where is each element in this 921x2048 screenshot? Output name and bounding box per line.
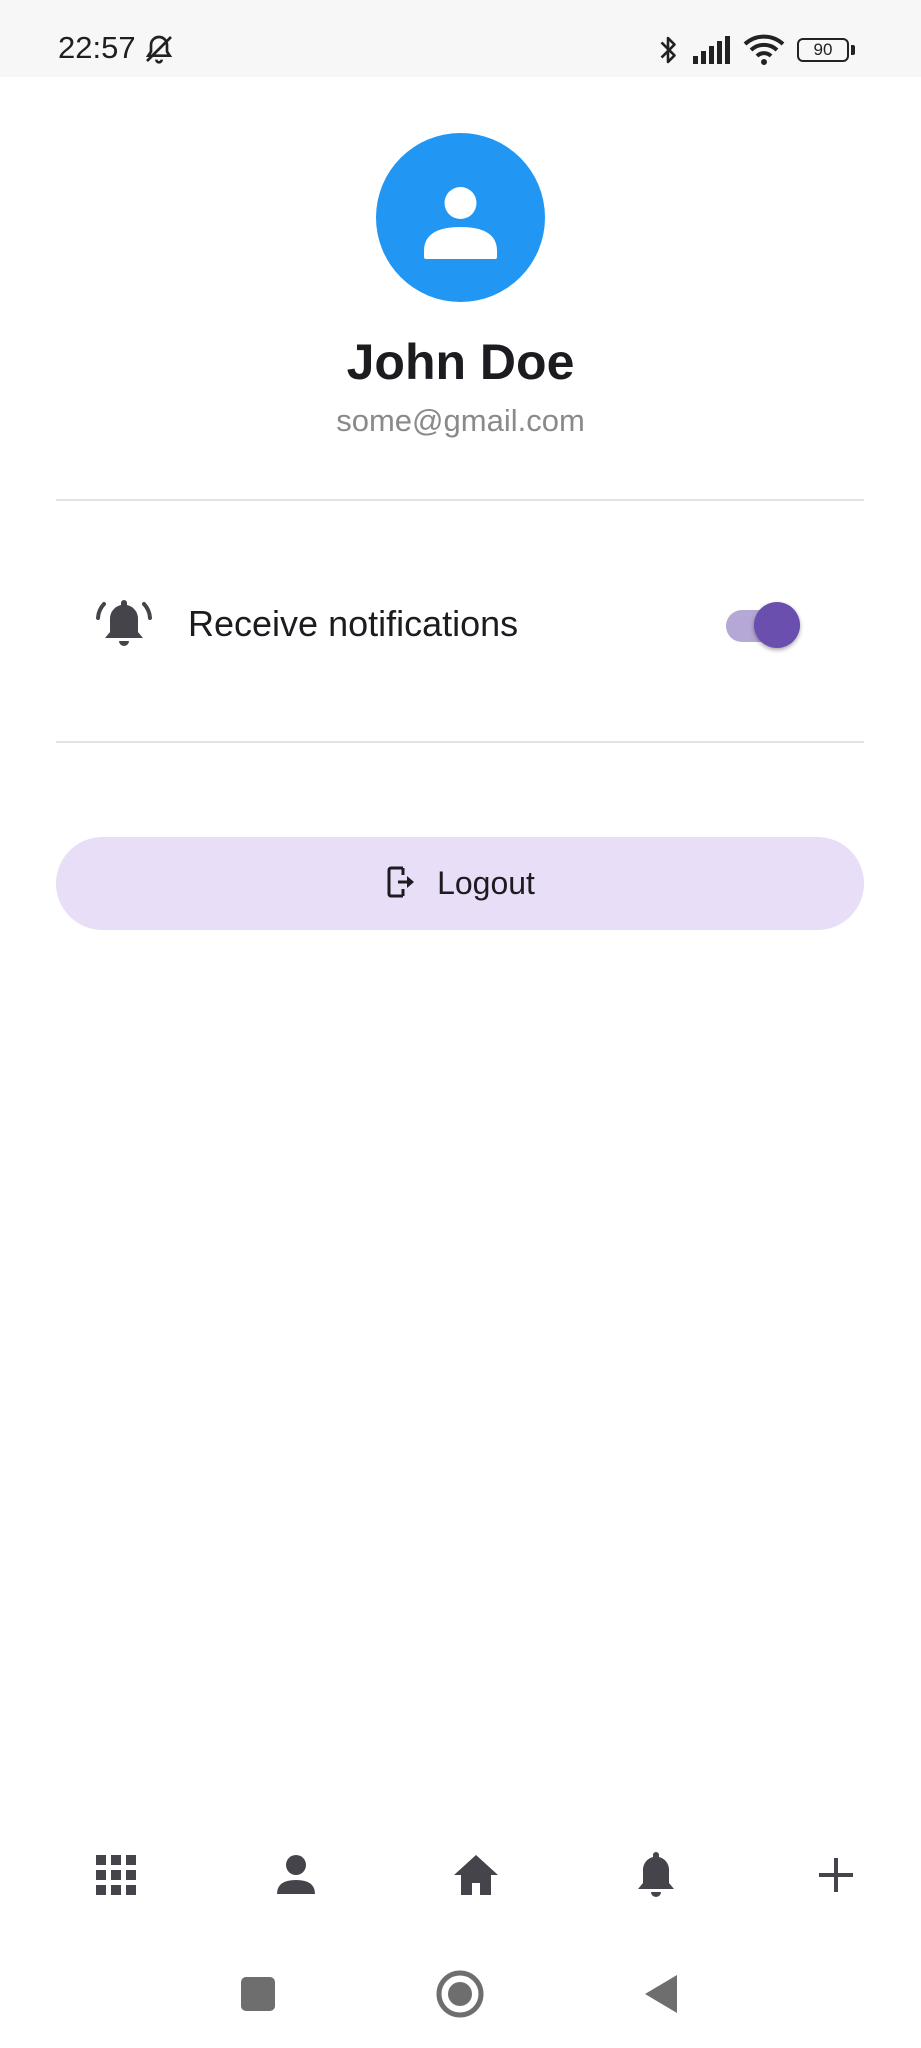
plus-icon [819, 1858, 853, 1892]
user-name: John Doe [346, 334, 575, 390]
back-button[interactable] [611, 1940, 711, 2048]
wifi-icon [743, 34, 785, 71]
bottom-navigation [0, 1820, 921, 1930]
home-button[interactable] [410, 1940, 510, 2048]
logout-button[interactable]: Logout [56, 837, 864, 930]
nav-notifications[interactable] [596, 1820, 716, 1930]
apps-grid-icon [96, 1855, 136, 1895]
notifications-toggle[interactable] [726, 600, 804, 648]
recents-button[interactable] [208, 1940, 308, 2048]
signal-icon [693, 36, 735, 69]
avatar [376, 133, 545, 302]
divider-top [56, 499, 864, 501]
bell-icon [638, 1852, 674, 1897]
notifications-setting-row[interactable]: Receive notifications [56, 560, 864, 688]
notifications-active-icon [94, 596, 154, 657]
battery-icon: 90 [797, 38, 849, 62]
logout-icon [385, 864, 419, 903]
status-bar: 22:57 90 [0, 0, 921, 77]
nav-home[interactable] [416, 1820, 536, 1930]
divider-bottom [56, 741, 864, 743]
battery-tip [851, 45, 855, 55]
nav-add[interactable] [776, 1820, 896, 1930]
nav-apps[interactable] [56, 1820, 176, 1930]
recents-icon [241, 1977, 275, 2011]
system-navigation [0, 1940, 921, 2048]
bluetooth-icon [655, 32, 681, 73]
logout-label: Logout [437, 865, 535, 901]
person-icon [277, 1855, 315, 1894]
home-icon [454, 1855, 498, 1895]
nav-profile[interactable] [236, 1820, 356, 1930]
user-email: some@gmail.com [336, 403, 585, 438]
status-time: 22:57 [58, 30, 136, 65]
home-circle-icon [436, 1970, 484, 2018]
notifications-label: Receive notifications [188, 603, 519, 644]
back-icon [645, 1975, 677, 2013]
toggle-thumb [754, 602, 800, 648]
person-icon [424, 187, 497, 259]
bell-off-icon [143, 32, 175, 71]
